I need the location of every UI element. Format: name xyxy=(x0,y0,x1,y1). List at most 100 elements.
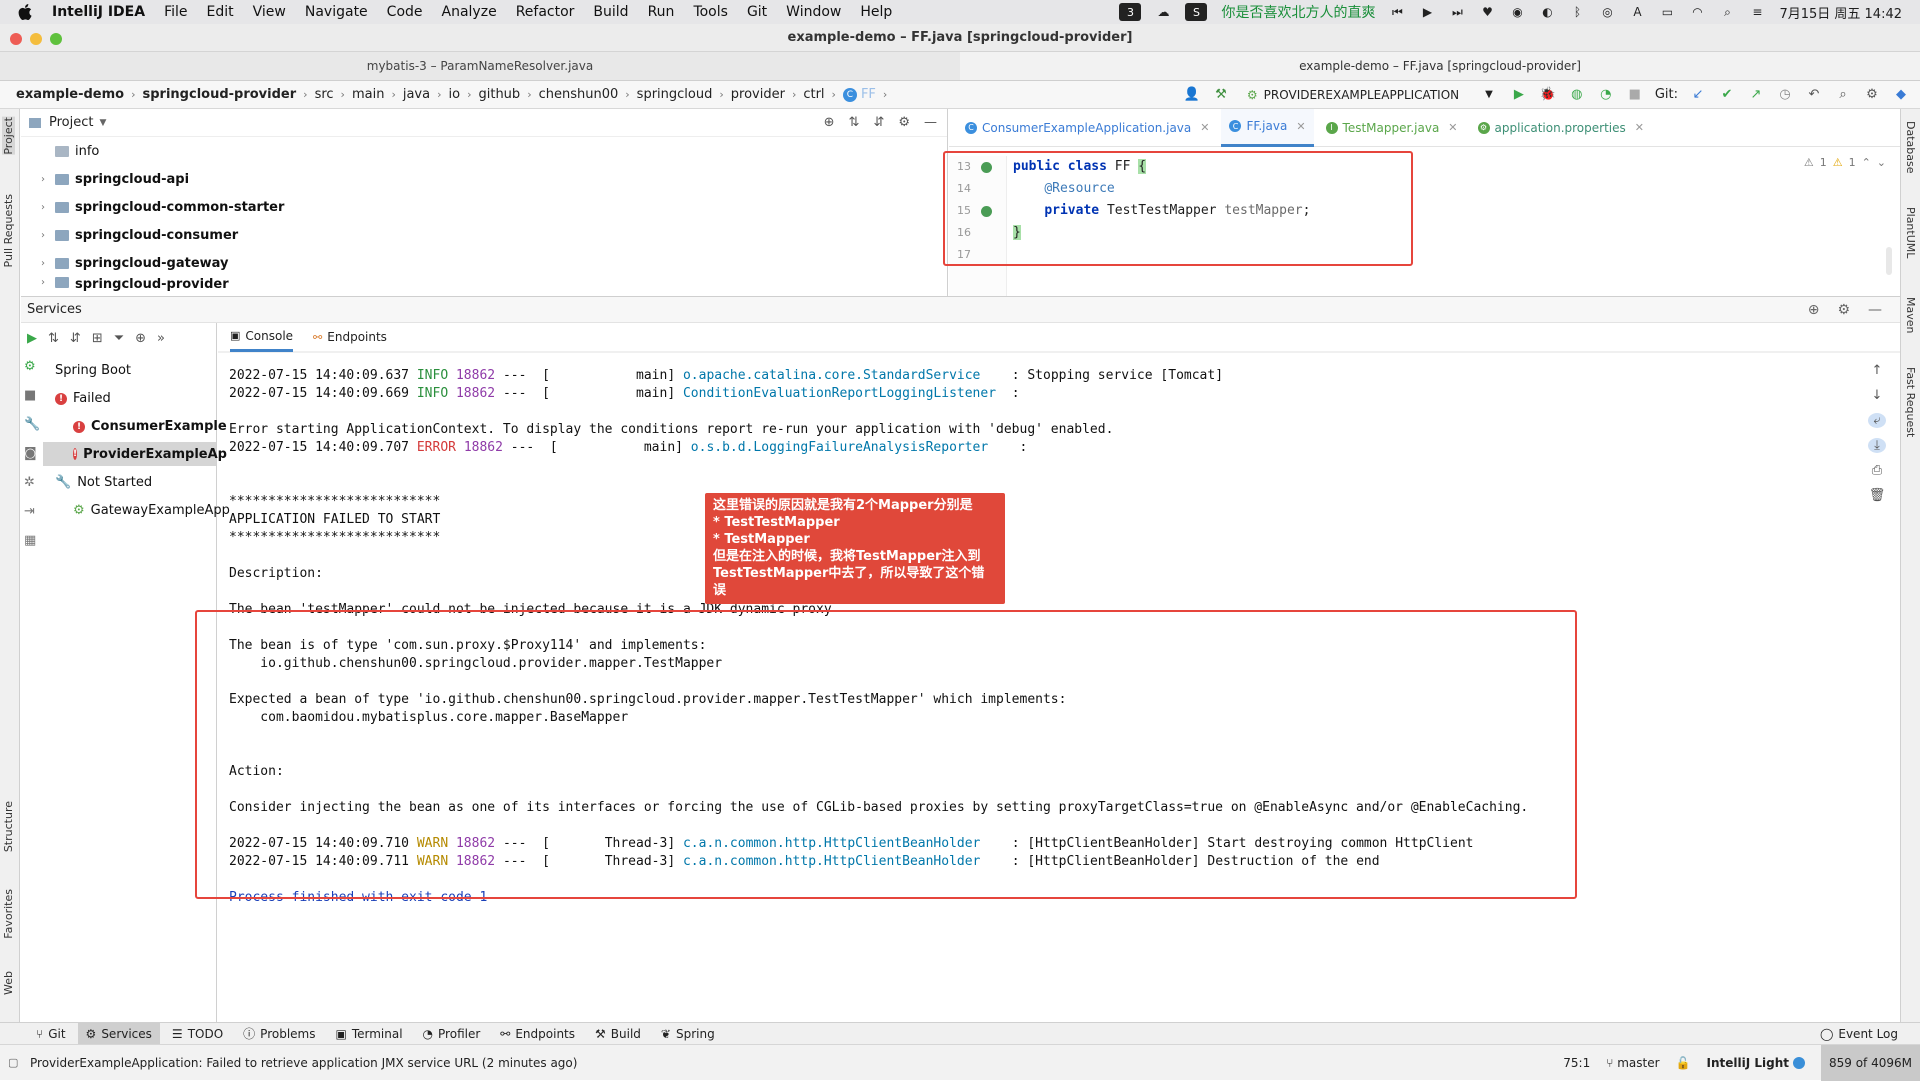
history-icon[interactable]: ◷ xyxy=(1776,86,1794,104)
status-message[interactable]: ProviderExampleApplication: Failed to re… xyxy=(0,1056,577,1070)
editor-tab-test-mapper[interactable]: I TestMapper.java ✕ xyxy=(1318,109,1466,147)
clear-trash-icon[interactable]: 🗑 xyxy=(1869,488,1886,503)
lock-icon[interactable]: 🔓 xyxy=(1676,1056,1691,1070)
rollback-icon[interactable]: ↶ xyxy=(1805,86,1823,104)
tree-item-springcloud-gateway[interactable]: › springcloud-gateway xyxy=(41,249,947,277)
menu-refactor[interactable]: Refactor xyxy=(516,4,575,20)
tree-node-failed[interactable]: ! Failed xyxy=(55,391,111,406)
battery-icon[interactable]: ▭ xyxy=(1659,4,1675,20)
wrench-icon[interactable]: 🔧 xyxy=(24,417,40,432)
tree-node-spring-boot[interactable]: Spring Boot xyxy=(55,363,131,378)
web-tool-tab[interactable]: Web xyxy=(2,971,15,995)
apple-icon[interactable] xyxy=(18,4,38,20)
menu-run[interactable]: Run xyxy=(648,4,675,20)
collapse-all-icon[interactable]: ⇵ xyxy=(70,331,81,346)
chevron-down-icon[interactable]: ⌄ xyxy=(1877,156,1886,169)
editor-tab-ff-java[interactable]: C FF.java ✕ xyxy=(1221,109,1314,147)
tree-item-springcloud-consumer[interactable]: › springcloud-consumer xyxy=(41,221,947,249)
bluetooth-icon[interactable]: ᛒ xyxy=(1569,4,1585,20)
run-icon[interactable]: ▶ xyxy=(1510,86,1528,104)
hide-icon[interactable]: — xyxy=(1868,302,1882,318)
breadcrumb-item[interactable]: example-demo xyxy=(16,87,124,102)
profile-icon[interactable]: ◔ xyxy=(1597,86,1615,104)
chevron-down-icon[interactable]: ▼ xyxy=(99,118,106,128)
layout-toggle-icon[interactable]: ▢ xyxy=(8,1056,18,1069)
git-branch-widget[interactable]: ⑂ master xyxy=(1606,1056,1659,1070)
zoom-window-icon[interactable] xyxy=(50,33,62,45)
menu-file[interactable]: File xyxy=(164,4,187,20)
settings-gear-icon[interactable]: ⚙ xyxy=(898,115,910,130)
breadcrumb-item[interactable]: FF xyxy=(861,87,876,102)
window-tab-example-demo[interactable]: example-demo – FF.java [springcloud-prov… xyxy=(960,52,1920,80)
tree-node-gateway-application[interactable]: ⚙ GatewayExampleApp xyxy=(73,503,230,518)
event-log-button[interactable]: ◯ Event Log xyxy=(1820,1027,1920,1041)
user-icon[interactable]: 👤 xyxy=(1183,86,1201,104)
locate-icon[interactable]: ⊕ xyxy=(1808,302,1820,318)
git-commit-icon[interactable]: ✔ xyxy=(1718,86,1736,104)
project-tool-tab[interactable]: Project xyxy=(2,117,15,155)
collapse-all-icon[interactable]: ⇵ xyxy=(873,115,884,130)
scroll-up-icon[interactable]: ↑ xyxy=(1872,363,1883,378)
menu-analyze[interactable]: Analyze xyxy=(442,4,497,20)
expand-all-icon[interactable]: ⇅ xyxy=(48,331,59,346)
tool-tab-todo[interactable]: ☰ TODO xyxy=(164,1023,231,1045)
close-window-icon[interactable] xyxy=(10,33,22,45)
breadcrumb-item[interactable]: src xyxy=(315,87,334,102)
structure-tool-tab[interactable]: Structure xyxy=(2,801,15,852)
group-by-icon[interactable]: ⊞ xyxy=(92,331,103,346)
chevron-right-icon[interactable]: › xyxy=(41,230,55,241)
minimize-window-icon[interactable] xyxy=(30,33,42,45)
pull-requests-tool-tab[interactable]: Pull Requests xyxy=(2,194,15,267)
heart-icon[interactable]: ♥ xyxy=(1479,4,1495,20)
soft-wrap-icon[interactable]: ⤶ xyxy=(1868,413,1886,428)
maven-tool-tab[interactable]: Maven xyxy=(1904,297,1917,333)
theme-widget[interactable]: IntelliJ Light xyxy=(1707,1056,1805,1070)
memory-indicator[interactable]: 859 of 4096M xyxy=(1821,1044,1920,1081)
chevron-right-icon[interactable]: › xyxy=(41,202,55,213)
plantuml-tool-tab[interactable]: PlantUML xyxy=(1904,207,1917,258)
wifi-icon[interactable]: ◠ xyxy=(1689,4,1705,20)
build-hammer-icon[interactable]: ⚒ xyxy=(1212,86,1230,104)
close-icon[interactable]: ✕ xyxy=(1200,121,1209,134)
menu-intellij-idea[interactable]: IntelliJ IDEA xyxy=(52,4,145,20)
debug-icon[interactable]: ⚙ xyxy=(24,359,40,374)
breadcrumb-item[interactable]: java xyxy=(403,87,430,102)
breadcrumb-item[interactable]: github xyxy=(478,87,520,102)
chevron-up-icon[interactable]: ⌃ xyxy=(1862,156,1871,169)
stop-icon[interactable]: ■ xyxy=(24,388,40,403)
menu-code[interactable]: Code xyxy=(387,4,423,20)
menu-navigate[interactable]: Navigate xyxy=(305,4,368,20)
tool-tab-endpoints[interactable]: ⚯ Endpoints xyxy=(492,1023,583,1045)
debug-icon[interactable]: 🐞 xyxy=(1539,86,1557,104)
coverage-icon[interactable]: ◍ xyxy=(1568,86,1586,104)
inspection-widget[interactable]: ⚠ 1 ⚠ 1 ⌃ ⌄ xyxy=(1804,156,1886,169)
editor-tab-application-properties[interactable]: ⚙ application.properties ✕ xyxy=(1470,109,1652,147)
chevron-right-icon[interactable]: › xyxy=(41,277,55,288)
tool-tab-git[interactable]: ⑂ Git xyxy=(28,1023,74,1045)
tab-console[interactable]: ▣ Console xyxy=(230,322,294,352)
add-service-icon[interactable]: ⊕ xyxy=(135,331,146,346)
github-icon[interactable]: ◉ xyxy=(1509,4,1525,20)
project-view-title[interactable]: Project xyxy=(49,115,93,130)
fast-request-tool-tab[interactable]: Fast Request xyxy=(1904,367,1917,437)
settings-gear-icon[interactable]: ⚙ xyxy=(1863,86,1881,104)
font-a-icon[interactable]: A xyxy=(1629,4,1645,20)
jetbrains-icon[interactable]: ◆ xyxy=(1892,86,1910,104)
next-track-icon[interactable]: ⏭ xyxy=(1449,4,1465,20)
previous-track-icon[interactable]: ⏮ xyxy=(1389,4,1405,20)
menu-view[interactable]: View xyxy=(253,4,286,20)
hide-icon[interactable]: — xyxy=(924,115,937,130)
tree-node-provider-application[interactable]: ! ProviderExampleAp xyxy=(43,442,227,466)
filter-icon[interactable]: ⏷ xyxy=(114,331,124,346)
breadcrumb-item[interactable]: ctrl xyxy=(803,87,824,102)
breadcrumb-item[interactable]: io xyxy=(449,87,461,102)
chevron-right-icon[interactable]: › xyxy=(41,174,55,185)
control-center-icon[interactable]: ≡ xyxy=(1749,4,1765,20)
breadcrumb-item[interactable]: provider xyxy=(731,87,785,102)
settings-gear-icon[interactable]: ⚙ xyxy=(1837,302,1850,318)
breadcrumb-item[interactable]: chenshun00 xyxy=(539,87,619,102)
editor-scrollbar[interactable] xyxy=(1886,247,1892,275)
tree-node-not-started[interactable]: 🔧 Not Started xyxy=(55,475,152,490)
tree-node-consumer-application[interactable]: ! ConsumerExample xyxy=(73,419,227,434)
breadcrumb-item[interactable]: main xyxy=(352,87,384,102)
